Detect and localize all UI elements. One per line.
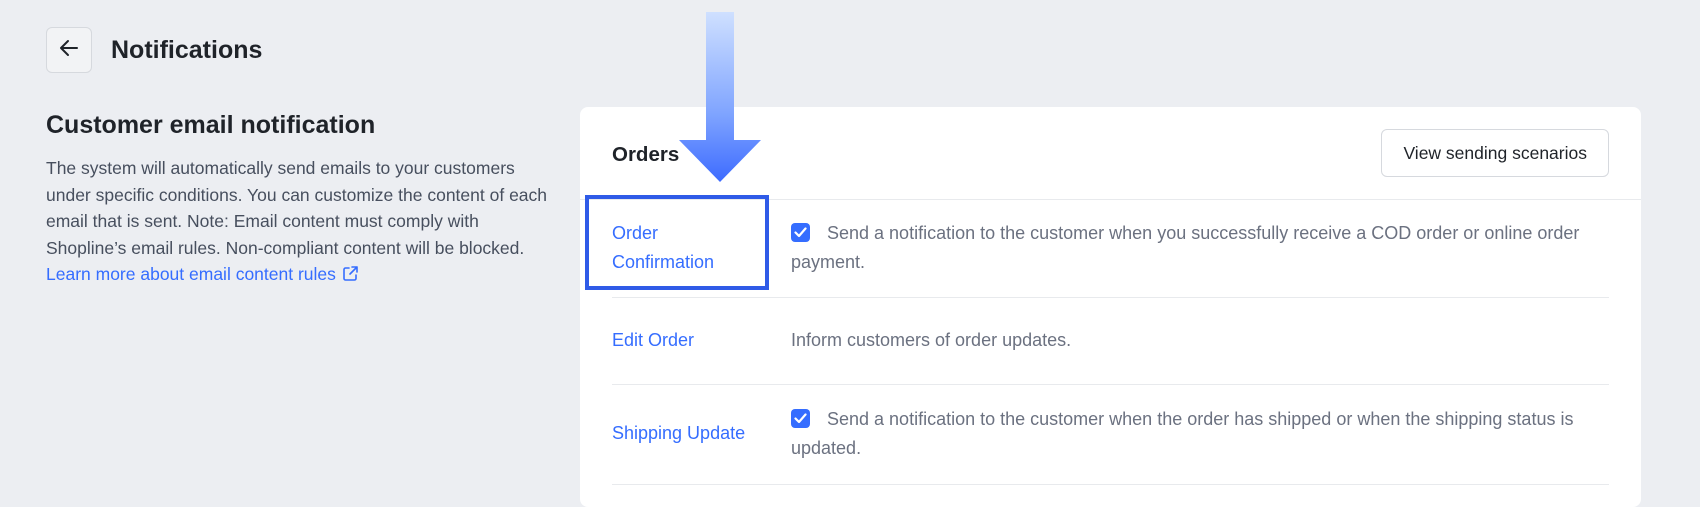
- order-confirmation-description: Send a notification to the customer when…: [791, 219, 1611, 277]
- divider: [612, 484, 1609, 485]
- arrow-left-icon: [57, 36, 81, 65]
- shipping-update-checkbox[interactable]: [791, 409, 810, 428]
- order-confirmation-description-text: Send a notification to the customer when…: [791, 223, 1580, 272]
- shipping-update-description: Send a notification to the customer when…: [791, 405, 1611, 463]
- section-title: Customer email notification: [46, 111, 376, 139]
- email-rules-link-label: Learn more about email content rules: [46, 264, 336, 285]
- orders-card: Orders View sending scenarios Order Conf…: [580, 107, 1641, 507]
- shipping-update-link[interactable]: Shipping Update: [612, 419, 762, 448]
- edit-order-description: Inform customers of order updates.: [791, 330, 1072, 350]
- shipping-update-description-text: Send a notification to the customer when…: [791, 409, 1574, 458]
- divider: [580, 199, 1641, 200]
- page-title: Notifications: [111, 36, 263, 64]
- view-sending-scenarios-button[interactable]: View sending scenarios: [1381, 129, 1609, 177]
- external-link-icon: [342, 263, 359, 290]
- order-confirmation-checkbox[interactable]: [791, 223, 810, 242]
- edit-order-link[interactable]: Edit Order: [612, 326, 762, 355]
- card-title: Orders: [612, 143, 680, 166]
- divider: [612, 384, 1609, 385]
- email-rules-link[interactable]: Learn more about email content rules: [46, 264, 359, 284]
- section-description-text: The system will automatically send email…: [46, 158, 548, 258]
- divider: [612, 297, 1609, 298]
- back-button[interactable]: [46, 27, 92, 73]
- section-description: The system will automatically send email…: [46, 155, 551, 290]
- order-confirmation-link[interactable]: Order Confirmation: [612, 219, 762, 277]
